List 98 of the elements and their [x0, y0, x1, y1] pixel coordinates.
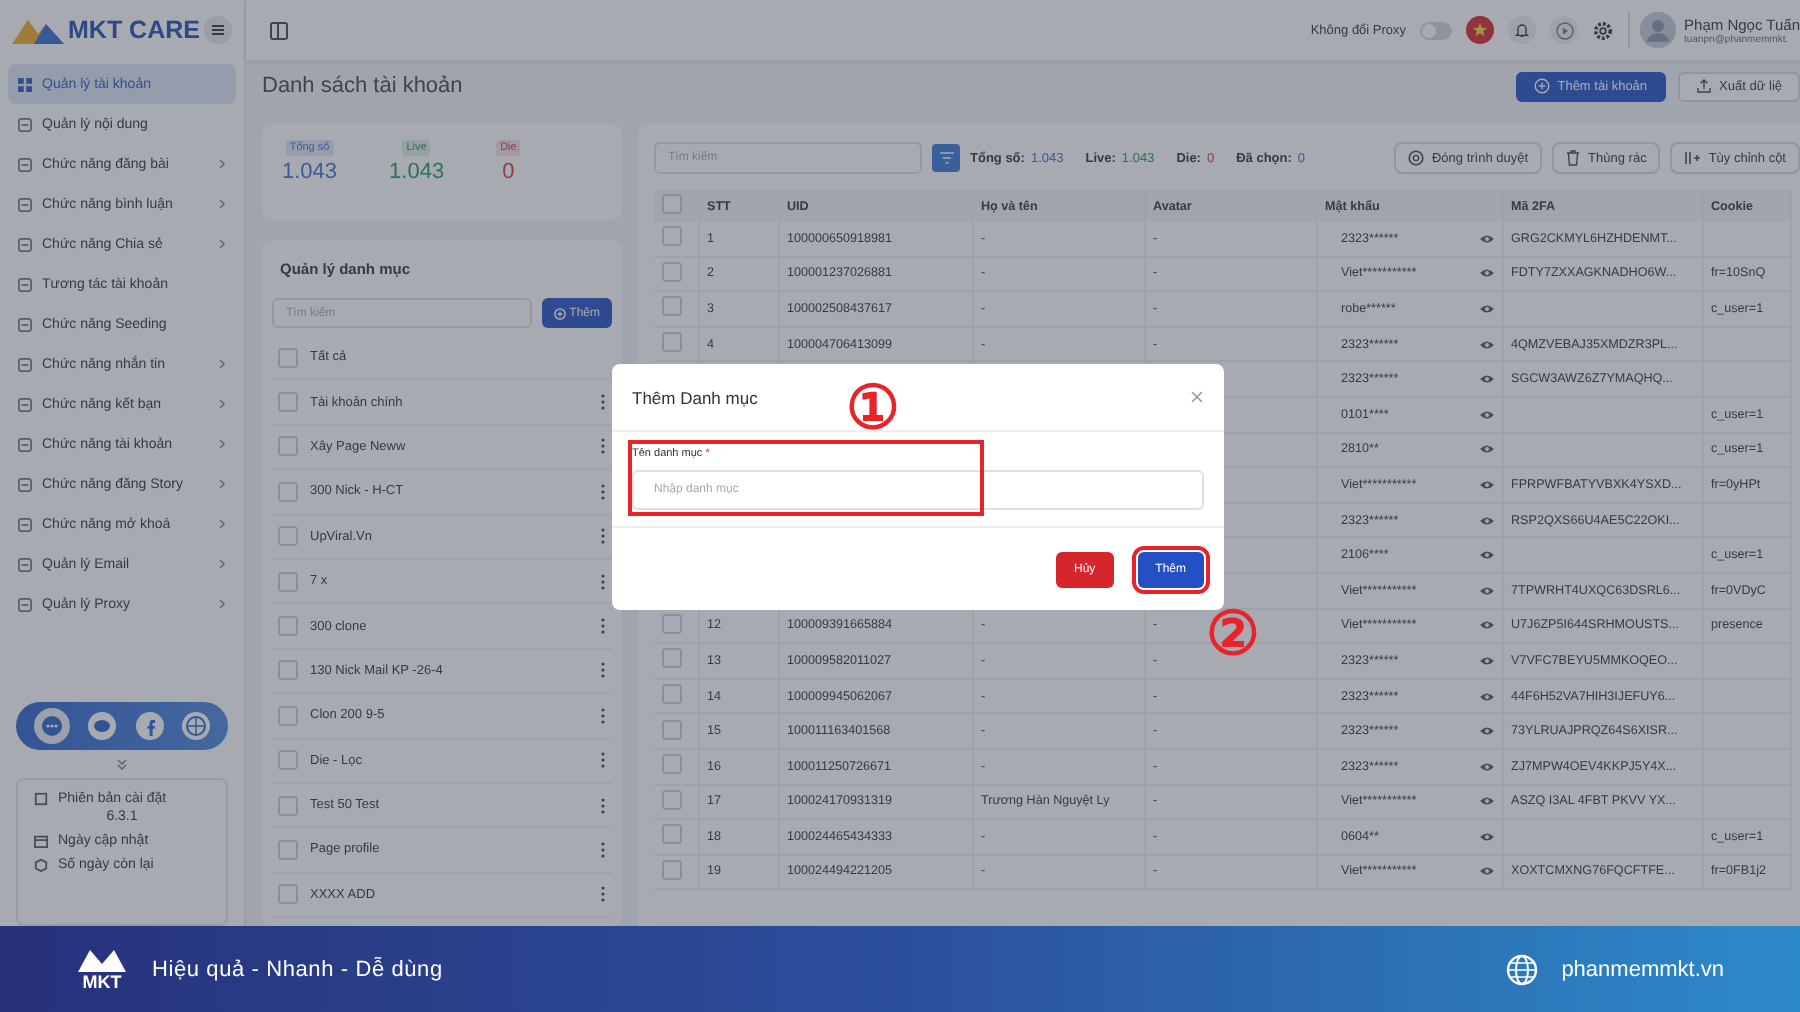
- checkbox[interactable]: [662, 859, 682, 880]
- website-text: phanmemmkt.vn: [1561, 957, 1724, 981]
- checkbox[interactable]: [278, 347, 298, 368]
- checkbox[interactable]: [278, 750, 298, 771]
- eye-icon[interactable]: [1479, 831, 1493, 842]
- checkbox[interactable]: [278, 481, 298, 502]
- kebab-menu-icon[interactable]: [600, 483, 606, 500]
- eye-icon[interactable]: [1479, 268, 1493, 279]
- checkbox[interactable]: [662, 613, 682, 634]
- box-icon: [34, 858, 48, 872]
- kebab-menu-icon[interactable]: [600, 438, 606, 455]
- eye-icon[interactable]: [1479, 409, 1493, 420]
- proxy-toggle[interactable]: [1420, 21, 1453, 39]
- filter-icon: [939, 152, 953, 164]
- checkbox[interactable]: [662, 261, 682, 282]
- checkbox[interactable]: [662, 296, 682, 317]
- page-title: Danh sách tài khoản: [262, 74, 465, 98]
- checkbox[interactable]: [662, 684, 682, 705]
- checkbox[interactable]: [278, 436, 298, 457]
- checkbox[interactable]: [662, 648, 682, 669]
- menu-button[interactable]: [204, 16, 232, 44]
- kebab-menu-icon[interactable]: [600, 618, 606, 635]
- checkbox[interactable]: [662, 332, 682, 353]
- mountain-logo-icon: [12, 16, 64, 44]
- checkbox[interactable]: [278, 526, 298, 547]
- checkbox[interactable]: [278, 705, 298, 726]
- checkbox[interactable]: [278, 616, 298, 637]
- mkt-logo-icon: [76, 946, 128, 974]
- checkbox[interactable]: [278, 884, 298, 905]
- plus-circle-icon: [553, 307, 566, 319]
- checkbox[interactable]: [662, 719, 682, 740]
- flag-icon[interactable]: [1466, 16, 1495, 44]
- kebab-menu-icon[interactable]: [600, 528, 606, 545]
- plus-circle-icon: [1533, 78, 1550, 94]
- stat-value: 1.043: [282, 160, 338, 184]
- checkbox[interactable]: [278, 392, 298, 413]
- checkbox[interactable]: [278, 795, 298, 816]
- checkbox[interactable]: [662, 789, 682, 810]
- checkbox[interactable]: [662, 754, 682, 775]
- kebab-menu-icon[interactable]: [600, 662, 606, 679]
- step-number: ①: [846, 380, 900, 440]
- kebab-menu-icon[interactable]: [600, 797, 606, 814]
- avatar-icon[interactable]: [1640, 12, 1677, 48]
- eye-icon[interactable]: [1479, 691, 1493, 702]
- eye-icon[interactable]: [1479, 339, 1493, 350]
- checkbox[interactable]: [662, 194, 682, 214]
- eye-icon[interactable]: [1479, 374, 1493, 385]
- chevron-down-icon[interactable]: [114, 756, 130, 772]
- checkbox[interactable]: [662, 226, 682, 247]
- dialog-title: Thêm Danh mục: [632, 387, 758, 407]
- kebab-menu-icon[interactable]: [600, 886, 606, 903]
- chat-bubble-icon[interactable]: [88, 712, 117, 740]
- filter-button[interactable]: [932, 144, 960, 172]
- play-icon: [1555, 21, 1574, 39]
- checkbox[interactable]: [278, 571, 298, 592]
- kebab-menu-icon[interactable]: [600, 394, 606, 411]
- eye-icon[interactable]: [1479, 620, 1493, 631]
- settings-icon[interactable]: [1592, 19, 1615, 41]
- upload-icon: [1695, 78, 1712, 94]
- grid-icon: [18, 77, 32, 91]
- chat-support-icon[interactable]: [33, 708, 70, 744]
- app-logo-text: MKT CARE: [68, 16, 200, 44]
- eye-icon[interactable]: [1479, 796, 1493, 807]
- notification-button[interactable]: [1508, 16, 1537, 44]
- kebab-menu-icon[interactable]: [600, 752, 606, 769]
- eye-icon[interactable]: [1479, 585, 1493, 596]
- eye-icon[interactable]: [1479, 479, 1493, 490]
- checkbox[interactable]: [278, 839, 298, 860]
- checkbox[interactable]: [278, 660, 298, 681]
- kebab-menu-icon[interactable]: [600, 841, 606, 858]
- eye-icon[interactable]: [1479, 655, 1493, 666]
- eye-icon[interactable]: [1479, 761, 1493, 772]
- eye-icon[interactable]: [1479, 550, 1493, 561]
- bell-icon: [1514, 22, 1531, 38]
- browser-logo-icon: [1407, 150, 1424, 166]
- calendar-icon: [34, 834, 48, 848]
- kebab-menu-icon[interactable]: [600, 707, 606, 724]
- checkbox[interactable]: [662, 824, 682, 845]
- eye-icon[interactable]: [1479, 233, 1493, 244]
- play-button[interactable]: [1550, 16, 1579, 44]
- globe-icon[interactable]: [182, 712, 211, 740]
- eye-icon[interactable]: [1479, 726, 1493, 737]
- sidebar-toggle-icon[interactable]: [270, 21, 288, 39]
- trash-icon: [1566, 150, 1581, 166]
- facebook-icon[interactable]: [135, 712, 164, 740]
- stat-value: 0: [502, 160, 515, 184]
- stat-value: 1.043: [389, 160, 445, 184]
- eye-icon[interactable]: [1479, 444, 1493, 455]
- slogan-text: Hiệu quả - Nhanh - Dễ dùng: [152, 957, 445, 981]
- eye-icon[interactable]: [1479, 866, 1493, 877]
- kebab-menu-icon[interactable]: [600, 573, 606, 590]
- banner-logo-text: MKT: [82, 974, 122, 992]
- eye-icon[interactable]: [1479, 515, 1493, 526]
- columns-icon: [1684, 150, 1701, 166]
- close-icon[interactable]: [1190, 390, 1204, 404]
- step-number: ②: [1206, 606, 1260, 666]
- globe-icon: [1505, 953, 1538, 985]
- eye-icon[interactable]: [1479, 303, 1493, 314]
